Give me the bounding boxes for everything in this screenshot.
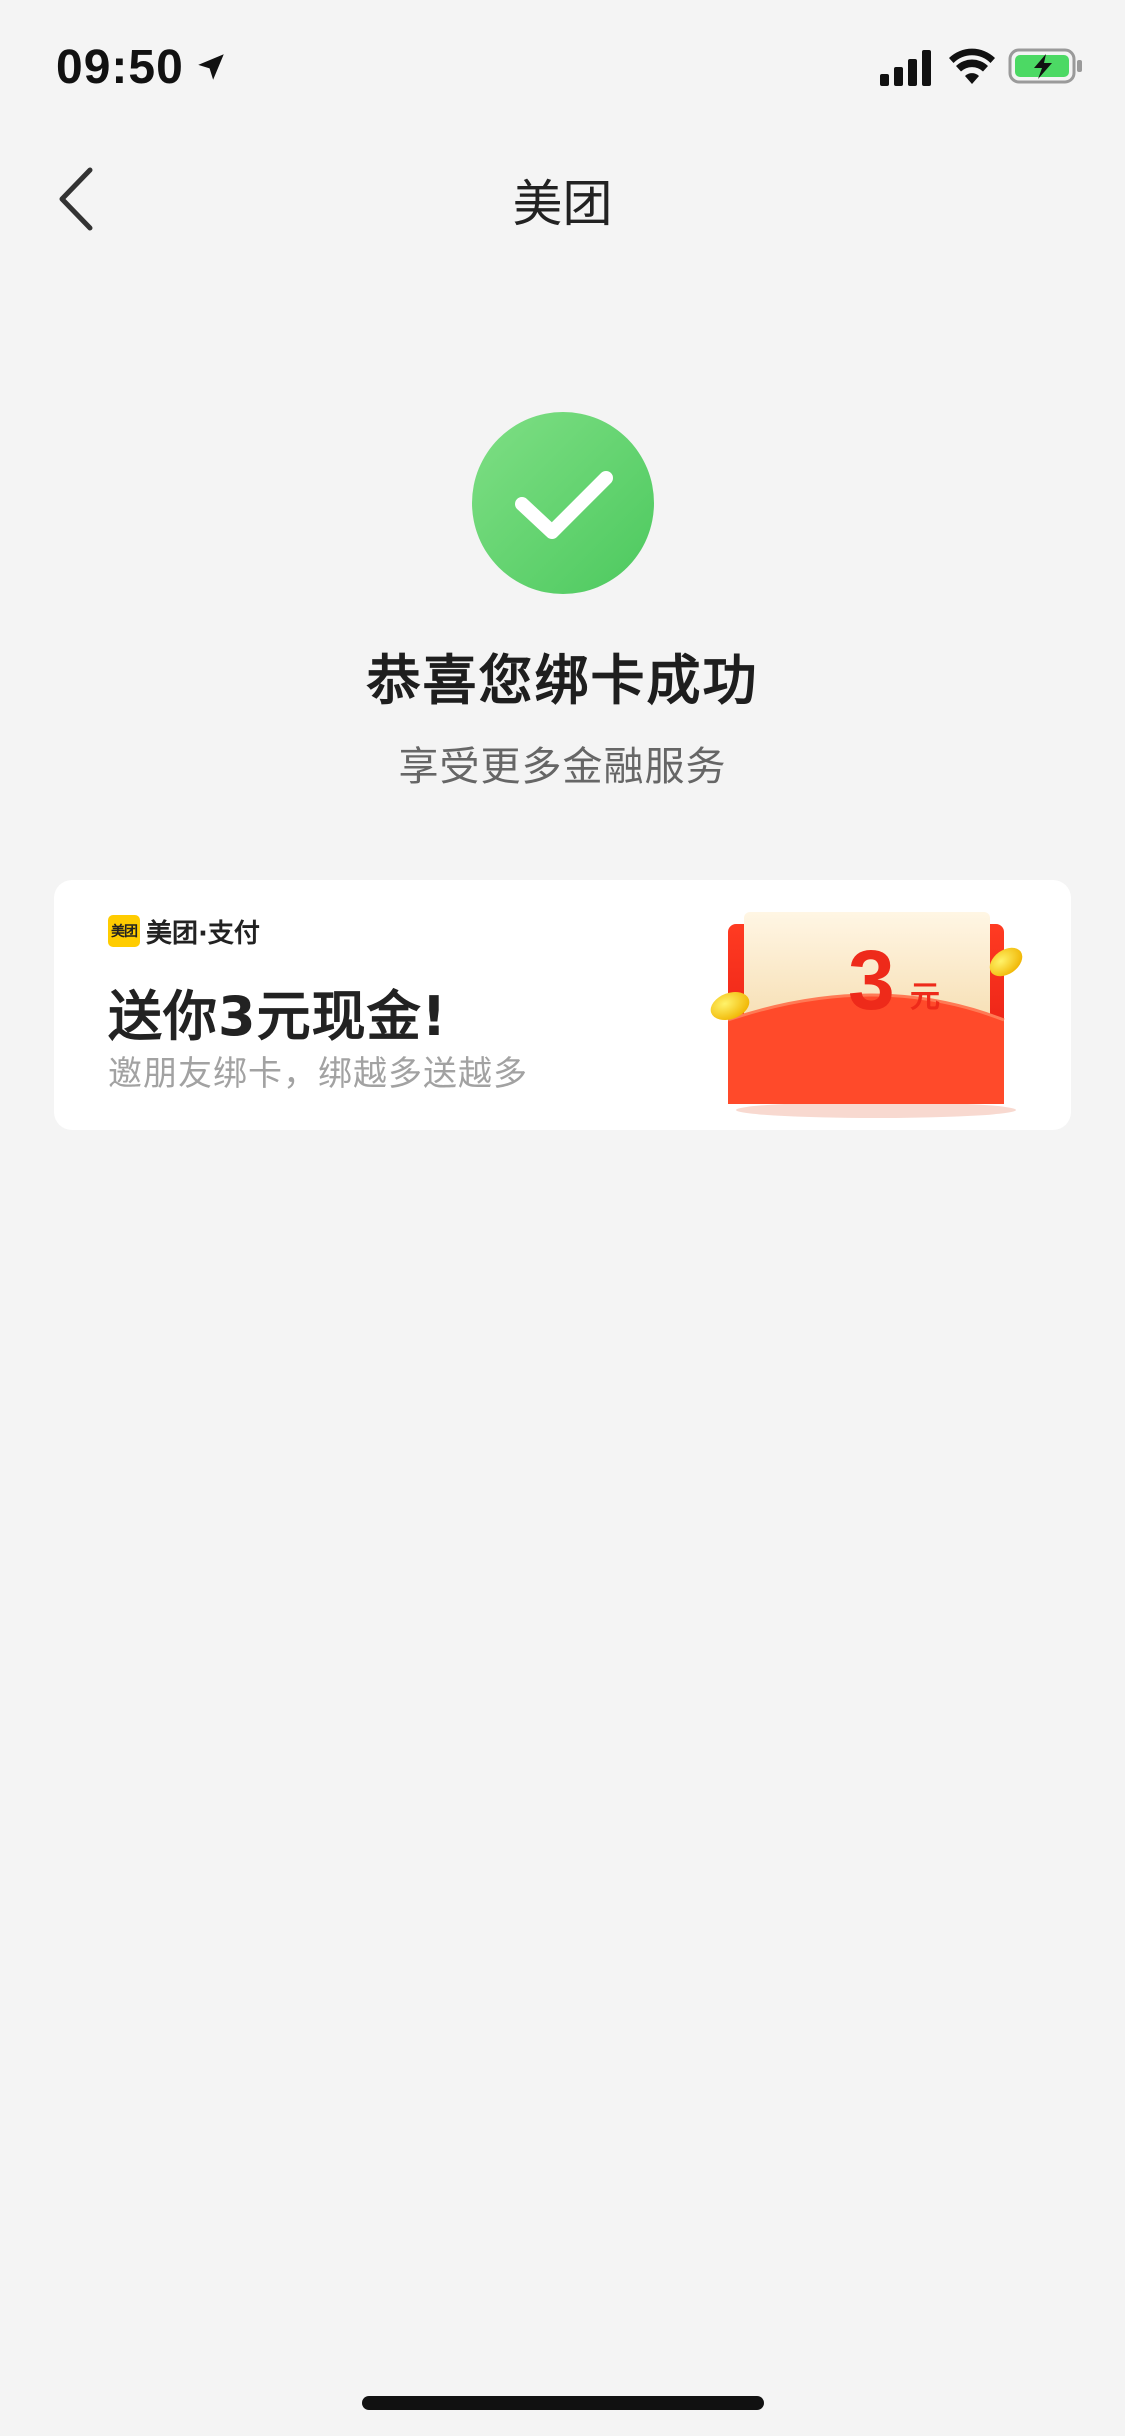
navigation-bar: 美团 xyxy=(0,136,1125,262)
bind-card-success-screen: 09:50 美团 恭喜您绑卡成功 享受更多金融服务 美团 美团·支付 送你3元现… xyxy=(0,0,1125,2436)
envelope-amount: 3 xyxy=(848,933,895,1027)
brand-name: 美团·支付 xyxy=(146,918,260,949)
red-envelope-graphic: 3 元 xyxy=(686,910,1066,1120)
brand-row: 美团 美团·支付 xyxy=(108,914,260,949)
cellular-signal-icon xyxy=(880,50,931,86)
envelope-unit: 元 xyxy=(910,980,940,1015)
location-arrow-icon xyxy=(198,54,224,80)
promo-subtitle: 邀朋友绑卡，绑越多送越多 xyxy=(108,1054,528,1094)
invite-cash-promo-card[interactable]: 美团 美团·支付 送你3元现金! 邀朋友绑卡，绑越多送越多 3 元 xyxy=(54,880,1071,1130)
success-subtitle: 享受更多金融服务 xyxy=(398,744,727,790)
status-time: 09:50 xyxy=(56,41,184,94)
page-title: 美团 xyxy=(512,175,613,233)
promo-title: 送你3元现金! xyxy=(108,985,448,1048)
battery-charging-icon xyxy=(1008,48,1082,84)
home-indicator[interactable] xyxy=(362,2396,764,2410)
success-title: 恭喜您绑卡成功 xyxy=(366,649,759,712)
check-circle-icon xyxy=(472,412,654,594)
wifi-icon xyxy=(949,48,995,84)
status-bar: 09:50 xyxy=(0,0,1125,136)
meituan-logo: 美团 xyxy=(108,915,140,947)
